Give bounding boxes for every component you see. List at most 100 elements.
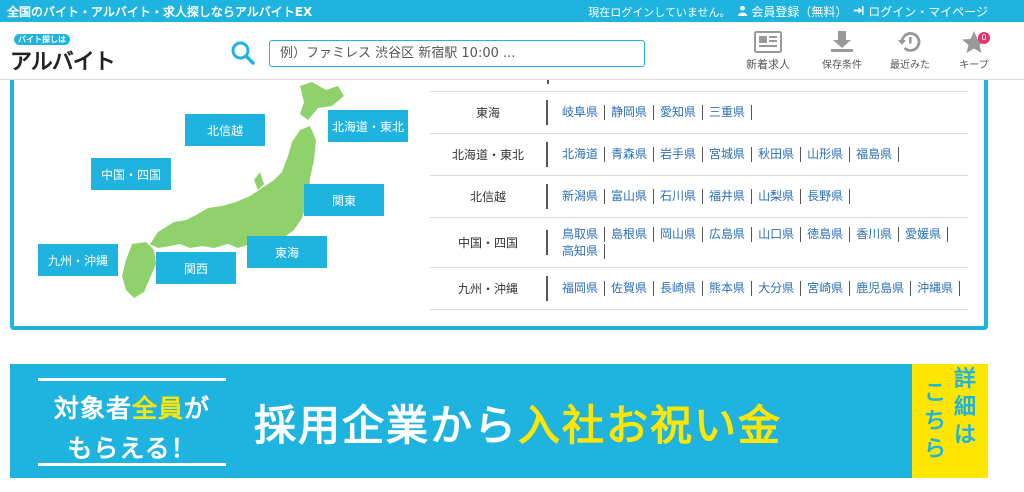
prefecture-link[interactable]: 山口県 bbox=[752, 226, 802, 242]
prefecture-list: 岐阜県 静岡県 愛知県 三重県 bbox=[548, 104, 968, 121]
prefecture-list: 鳥取県 島根県 岡山県 広島県 山口県 徳島県 香川県 愛媛県高知県 bbox=[548, 226, 968, 260]
prefecture-link[interactable]: 高知県 bbox=[556, 243, 606, 259]
banner-left-box: 対象者全員が もらえる！ bbox=[38, 378, 226, 466]
prefecture-list: 北海道 青森県 岩手県 宮城県 秋田県 山形県 福島県 bbox=[548, 146, 968, 163]
site-tagline: 全国のバイト・アルバイト・求人探しならアルバイトEX bbox=[7, 5, 313, 19]
nav-keep-label: キープ bbox=[959, 60, 989, 71]
history-icon bbox=[898, 32, 921, 52]
prefecture-link[interactable]: 静岡県 bbox=[605, 105, 655, 120]
prefecture-link[interactable]: 島根県 bbox=[605, 226, 655, 242]
prefecture-link[interactable]: 新潟県 bbox=[556, 189, 606, 204]
prefecture-link[interactable]: 宮崎県 bbox=[801, 281, 851, 296]
prefecture-link[interactable]: 鹿児島県 bbox=[850, 281, 912, 296]
login-icon bbox=[854, 5, 864, 16]
prefecture-link[interactable]: 福岡県 bbox=[556, 281, 606, 296]
register-label: 会員登録（無料） bbox=[751, 5, 848, 19]
region-name: 東海 bbox=[430, 100, 548, 125]
prefecture-link[interactable]: 秋田県 bbox=[752, 147, 802, 162]
prefecture-link[interactable]: 愛媛県 bbox=[899, 226, 949, 242]
prefecture-link[interactable]: 山形県 bbox=[801, 147, 851, 162]
prefecture-link[interactable]: 沖縄県 bbox=[911, 281, 961, 296]
region-map-panel: 北信越 北海道・東北 中国・四国 関東 九州・沖縄 東海 関西 東海 岐阜県 静岡県… bbox=[10, 80, 988, 330]
region-name: 中国・四国 bbox=[430, 230, 548, 255]
region-button-hokkaido-tohoku[interactable]: 北海道・東北 bbox=[328, 110, 408, 142]
banner-headline-a: 採用企業から bbox=[254, 401, 519, 450]
prefecture-link[interactable]: 長野県 bbox=[801, 189, 851, 204]
table-row: 東海 岐阜県 静岡県 愛知県 三重県 bbox=[430, 92, 968, 134]
region-button-chugoku-shikoku[interactable]: 中国・四国 bbox=[91, 158, 171, 190]
prefecture-link[interactable]: 岐阜県 bbox=[556, 105, 606, 120]
region-button-tokai[interactable]: 東海 bbox=[247, 236, 327, 268]
region-button-hokushinetsu[interactable]: 北信越 bbox=[185, 114, 265, 146]
prefecture-link[interactable]: 佐賀県 bbox=[605, 281, 655, 296]
download-icon bbox=[831, 31, 853, 52]
table-row: 九州・沖縄 福岡県 佐賀県 長崎県 熊本県 大分県 宮崎県 鹿児島県 沖縄県 bbox=[430, 268, 968, 310]
site-logo[interactable]: バイト探しは アルバイトEX bbox=[8, 34, 138, 101]
nav-recently-viewed-label: 最近みた bbox=[890, 60, 930, 71]
nav-keep[interactable]: 0 キープ bbox=[944, 30, 1004, 71]
search-icon[interactable] bbox=[230, 40, 256, 66]
nav-saved-conditions[interactable]: 保存条件 bbox=[812, 30, 872, 71]
top-bar: 全国のバイト・アルバイト・求人探しならアルバイトEX 現在ログインしていません。… bbox=[0, 0, 1024, 22]
table-top-tick bbox=[547, 80, 549, 84]
newspaper-icon bbox=[754, 31, 782, 53]
region-name: 九州・沖縄 bbox=[430, 276, 548, 301]
user-icon bbox=[737, 5, 747, 16]
nav-saved-conditions-label: 保存条件 bbox=[822, 60, 862, 71]
banner-left-line1-c: が bbox=[184, 394, 211, 423]
nav-new-jobs[interactable]: 新着求人 bbox=[738, 30, 798, 72]
logo-main-text: アルバイト bbox=[10, 49, 116, 74]
banner-details-button[interactable]: こちら 詳細は bbox=[912, 364, 988, 478]
table-row: 中国・四国 鳥取県 島根県 岡山県 広島県 山口県 徳島県 香川県 愛媛県高知県 bbox=[430, 218, 968, 268]
banner-headline: 採用企業から入社お祝い金 bbox=[254, 392, 782, 453]
nav-recently-viewed[interactable]: 最近みた bbox=[880, 30, 940, 71]
prefecture-link[interactable]: 岡山県 bbox=[654, 226, 704, 242]
keep-count-badge: 0 bbox=[978, 32, 990, 44]
prefecture-link[interactable]: 香川県 bbox=[850, 226, 900, 242]
map-noto bbox=[254, 172, 264, 190]
banner-left-line1-a: 対象者 bbox=[53, 394, 132, 423]
table-top-edge bbox=[430, 80, 968, 92]
site-header: バイト探しは アルバイトEX 新着求人 保存条件 最近みた bbox=[0, 22, 1024, 101]
region-button-kansai[interactable]: 関西 bbox=[156, 252, 236, 284]
prefecture-link[interactable]: 長崎県 bbox=[654, 281, 704, 296]
region-button-kanto[interactable]: 関東 bbox=[304, 184, 384, 216]
register-link[interactable]: 会員登録（無料） bbox=[737, 3, 848, 20]
prefecture-link[interactable]: 山梨県 bbox=[752, 189, 802, 204]
prefecture-link[interactable]: 広島県 bbox=[703, 226, 753, 242]
region-name: 北信越 bbox=[430, 184, 548, 209]
login-link[interactable]: ログイン・マイページ bbox=[853, 3, 988, 20]
prefecture-link[interactable]: 愛知県 bbox=[654, 105, 704, 120]
table-row: 北海道・東北 北海道 青森県 岩手県 宮城県 秋田県 山形県 福島県 bbox=[430, 134, 968, 176]
prefecture-link[interactable]: 福井県 bbox=[703, 189, 753, 204]
prefecture-list: 福岡県 佐賀県 長崎県 熊本県 大分県 宮崎県 鹿児島県 沖縄県 bbox=[548, 280, 968, 297]
prefecture-link[interactable]: 大分県 bbox=[752, 281, 802, 296]
search-input[interactable] bbox=[269, 40, 645, 67]
banner-left-line2: もらえる！ bbox=[67, 434, 197, 463]
prefecture-link[interactable]: 三重県 bbox=[703, 105, 753, 120]
prefecture-link[interactable]: 鳥取県 bbox=[556, 226, 606, 242]
banner-cta-col2: 詳細は bbox=[953, 367, 976, 448]
region-button-kyushu-okinawa[interactable]: 九州・沖縄 bbox=[38, 244, 118, 276]
prefecture-link[interactable]: 青森県 bbox=[605, 147, 655, 162]
banner-headline-b: 入社お祝い金 bbox=[518, 401, 783, 450]
account-links: 現在ログインしていません。 会員登録（無料） ログイン・マイページ bbox=[588, 3, 988, 20]
prefecture-list: 新潟県 富山県 石川県 福井県 山梨県 長野県 bbox=[548, 188, 968, 205]
nav-new-jobs-label: 新着求人 bbox=[746, 58, 790, 71]
prefecture-link[interactable]: 徳島県 bbox=[801, 226, 851, 242]
login-label: ログイン・マイページ bbox=[868, 5, 988, 19]
prefecture-link[interactable]: 福島県 bbox=[850, 147, 900, 162]
region-name: 北海道・東北 bbox=[430, 142, 548, 167]
prefecture-link[interactable]: 岩手県 bbox=[654, 147, 704, 162]
bonus-banner[interactable]: 対象者全員が もらえる！ 採用企業から入社お祝い金 こちら 詳細は bbox=[10, 364, 988, 478]
prefecture-link[interactable]: 熊本県 bbox=[703, 281, 753, 296]
prefecture-link[interactable]: 宮城県 bbox=[703, 147, 753, 162]
prefecture-link[interactable]: 北海道 bbox=[556, 147, 606, 162]
login-status-text: 現在ログインしていません。 bbox=[588, 5, 731, 19]
prefecture-table: 東海 岐阜県 静岡県 愛知県 三重県 北海道・東北 北海道 青森県 岩手県 宮城県 秋田県 山形県 福島… bbox=[430, 92, 968, 310]
banner-left-line1: 対象者全員が bbox=[38, 389, 226, 425]
prefecture-link[interactable]: 富山県 bbox=[605, 189, 655, 204]
table-row: 北信越 新潟県 富山県 石川県 福井県 山梨県 長野県 bbox=[430, 176, 968, 218]
banner-left-line1-b: 全員 bbox=[131, 394, 184, 423]
prefecture-link[interactable]: 石川県 bbox=[654, 189, 704, 204]
